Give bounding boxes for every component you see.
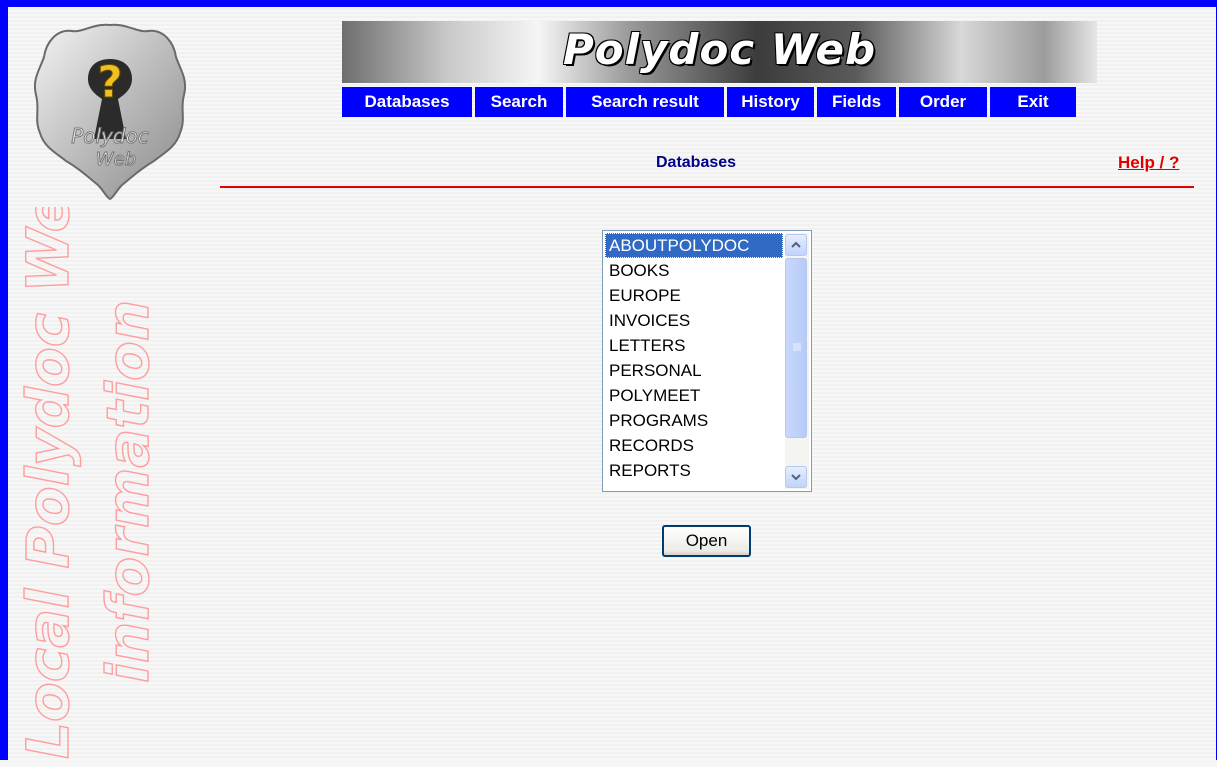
main-nav: Databases Search Search result History F… — [342, 87, 1079, 117]
chevron-up-icon — [791, 241, 801, 248]
side-text-line2: information — [94, 300, 162, 683]
list-item-books[interactable]: BOOKS — [605, 258, 783, 283]
open-button-label: Open — [685, 531, 728, 550]
list-item-records[interactable]: RECORDS — [605, 433, 783, 458]
help-link[interactable]: Help / ? — [1118, 153, 1179, 173]
logo-text-line1: Polydoc — [71, 124, 149, 148]
side-watermark: Local Polydoc Web information — [16, 207, 163, 760]
nav-search[interactable]: Search — [475, 87, 563, 117]
app-title: Polydoc Web — [562, 25, 877, 74]
list-item-aboutpolydoc[interactable]: ABOUTPOLYDOC — [605, 233, 783, 258]
scroll-down-button[interactable] — [785, 466, 807, 488]
list-item-invoices[interactable]: INVOICES — [605, 308, 783, 333]
page-title: Databases — [656, 154, 737, 171]
list-item-europe[interactable]: EUROPE — [605, 283, 783, 308]
list-item-polymeet[interactable]: POLYMEET — [605, 383, 783, 408]
list-item-reports[interactable]: REPORTS — [605, 458, 783, 483]
scroll-up-button[interactable] — [785, 234, 807, 256]
list-item-letters[interactable]: LETTERS — [605, 333, 783, 358]
chevron-down-icon — [791, 474, 801, 481]
nav-databases[interactable]: Databases — [342, 87, 472, 117]
app-banner: Polydoc Web — [342, 21, 1097, 83]
nav-history[interactable]: History — [727, 87, 814, 117]
scroll-thumb[interactable] — [785, 258, 807, 438]
polydoc-logo: ? Polydoc Web — [34, 23, 186, 201]
header-divider — [220, 186, 1194, 188]
nav-fields[interactable]: Fields — [817, 87, 896, 117]
nav-search-result[interactable]: Search result — [566, 87, 724, 117]
listbox-scrollbar[interactable] — [785, 233, 809, 489]
logo-text-line2: Web — [96, 149, 136, 170]
page-frame: ? Polydoc Web Local Polydoc Web informat… — [0, 0, 1217, 760]
list-item-programs[interactable]: PROGRAMS — [605, 408, 783, 433]
nav-order[interactable]: Order — [899, 87, 987, 117]
nav-exit[interactable]: Exit — [990, 87, 1076, 117]
open-button[interactable]: Open — [662, 525, 751, 557]
database-listbox[interactable]: ABOUTPOLYDOC BOOKS EUROPE INVOICES LETTE… — [602, 230, 812, 492]
svg-text:?: ? — [97, 57, 123, 108]
side-text-line1: Local Polydoc Web — [16, 207, 82, 759]
list-item-personal[interactable]: PERSONAL — [605, 358, 783, 383]
database-list: ABOUTPOLYDOC BOOKS EUROPE INVOICES LETTE… — [605, 233, 783, 483]
grip-icon — [793, 343, 801, 351]
